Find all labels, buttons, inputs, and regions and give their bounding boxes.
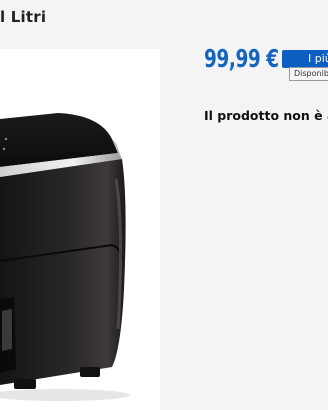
availability-notice: Il prodotto non è al [204, 108, 328, 123]
availability-tooltip: Disponibili [289, 67, 328, 81]
product-title: l Litri [0, 8, 47, 26]
product-image[interactable] [0, 49, 160, 410]
product-price: 99,99 € [204, 44, 279, 73]
air-fryer-illustration [0, 113, 130, 401]
product-page: l Litri 99,99 € I pi Disponib Il prodott… [0, 0, 328, 410]
more-info-button[interactable]: I più [282, 50, 328, 68]
